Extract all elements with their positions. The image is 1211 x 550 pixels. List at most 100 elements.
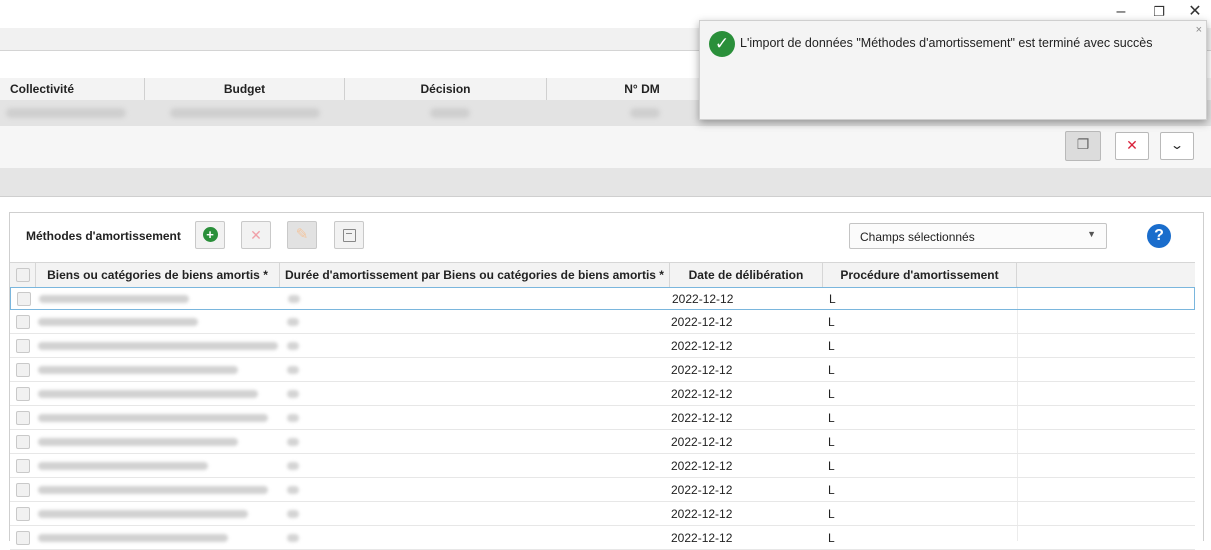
add-button[interactable]: + [195, 221, 225, 249]
save-icon [342, 229, 356, 242]
date-cell[interactable]: 2022-12-12 [671, 431, 732, 453]
delete-record-button[interactable]: ✕ [1115, 132, 1149, 160]
success-notification: ✓ L'import de données "Méthodes d'amorti… [699, 20, 1207, 120]
table-row[interactable]: 2022-12-12 L [10, 287, 1195, 310]
bien-cell[interactable] [38, 438, 238, 446]
procedure-cell[interactable]: L [828, 407, 835, 429]
close-icon: ✕ [1126, 137, 1138, 153]
plus-icon: + [202, 227, 218, 242]
row-checkbox[interactable] [16, 339, 30, 353]
fields-select[interactable]: Champs sélectionnés ▼ [849, 223, 1107, 249]
dropdown-arrow-icon: ▼ [1087, 229, 1096, 239]
col-duree[interactable]: Durée d'amortissement par Biens ou catég… [280, 263, 670, 287]
expand-button[interactable]: ⌄ [1160, 132, 1194, 160]
row-checkbox[interactable] [16, 483, 30, 497]
help-icon[interactable]: ? [1147, 224, 1171, 248]
procedure-cell[interactable]: L [829, 288, 836, 310]
bien-cell[interactable] [38, 366, 238, 374]
procedure-cell[interactable]: L [828, 479, 835, 501]
duree-cell[interactable] [287, 390, 299, 398]
duree-cell[interactable] [287, 534, 299, 542]
table-row[interactable]: 2022-12-12 L [10, 407, 1195, 430]
table-row[interactable]: 2022-12-12 L [10, 503, 1195, 526]
procedure-cell[interactable]: L [828, 359, 835, 381]
record-toolbar [0, 126, 1211, 169]
table-row[interactable]: 2022-12-12 L [10, 335, 1195, 358]
table-row[interactable]: 2022-12-12 L [10, 479, 1195, 502]
procedure-cell[interactable]: L [828, 383, 835, 405]
copy-button[interactable]: ❐ [1065, 131, 1101, 161]
check-icon: ✓ [709, 31, 735, 57]
row-checkbox[interactable] [16, 435, 30, 449]
delete-row-button[interactable]: ✕ [241, 221, 271, 249]
bien-cell[interactable] [38, 318, 198, 326]
date-cell[interactable]: 2022-12-12 [672, 288, 733, 310]
select-all-checkbox[interactable] [16, 268, 30, 282]
bien-cell[interactable] [39, 295, 189, 303]
col-date[interactable]: Date de délibération [670, 263, 823, 287]
col-procedure[interactable]: Procédure d'amortissement [823, 263, 1017, 287]
date-cell[interactable]: 2022-12-12 [671, 527, 732, 549]
chevron-down-icon: ⌄ [1169, 138, 1185, 152]
notification-close-button[interactable]: × [1196, 24, 1202, 36]
bien-cell[interactable] [38, 414, 268, 422]
procedure-cell[interactable]: L [828, 455, 835, 477]
section-band [0, 168, 1211, 197]
row-checkbox[interactable] [16, 411, 30, 425]
date-cell[interactable]: 2022-12-12 [671, 383, 732, 405]
select-all-cell[interactable] [10, 263, 36, 287]
close-icon: ✕ [250, 227, 262, 243]
date-cell[interactable]: 2022-12-12 [671, 455, 732, 477]
duree-cell[interactable] [287, 438, 299, 446]
procedure-cell[interactable]: L [828, 503, 835, 525]
duree-cell[interactable] [287, 510, 299, 518]
bien-cell[interactable] [38, 486, 268, 494]
pencil-icon: ✎ [295, 226, 309, 243]
table-row[interactable]: 2022-12-12 L [10, 383, 1195, 406]
row-checkbox[interactable] [16, 459, 30, 473]
duree-cell[interactable] [287, 414, 299, 422]
bien-cell[interactable] [38, 462, 208, 470]
duree-cell[interactable] [287, 318, 299, 326]
table-row[interactable]: 2022-12-12 L [10, 431, 1195, 454]
row-checkbox[interactable] [16, 531, 30, 545]
row-checkbox[interactable] [16, 363, 30, 377]
edit-button[interactable]: ✎ [287, 221, 317, 249]
duree-cell[interactable] [288, 295, 300, 303]
duree-cell[interactable] [287, 486, 299, 494]
col-biens[interactable]: Biens ou catégories de biens amortis * [36, 263, 280, 287]
save-button[interactable] [334, 221, 364, 249]
table-row[interactable]: 2022-12-12 L [10, 359, 1195, 382]
date-cell[interactable]: 2022-12-12 [671, 503, 732, 525]
row-checkbox[interactable] [17, 292, 31, 306]
bien-cell[interactable] [38, 342, 278, 350]
amortization-panel: Méthodes d'amortissement + ✕ ✎ Champs sé… [9, 212, 1204, 550]
bien-cell[interactable] [38, 510, 248, 518]
fields-select-label: Champs sélectionnés [860, 230, 975, 244]
bien-cell[interactable] [38, 390, 258, 398]
bien-cell[interactable] [38, 534, 228, 542]
duree-cell[interactable] [287, 342, 299, 350]
table-row[interactable]: 2022-12-12 L [10, 527, 1195, 550]
notification-message: L'import de données "Méthodes d'amortiss… [740, 36, 1153, 50]
date-cell[interactable]: 2022-12-12 [671, 311, 732, 333]
panel-title: Méthodes d'amortissement [26, 229, 181, 243]
date-cell[interactable]: 2022-12-12 [671, 359, 732, 381]
copy-icon: ❐ [1076, 136, 1090, 152]
duree-cell[interactable] [287, 462, 299, 470]
procedure-cell[interactable]: L [828, 311, 835, 333]
date-cell[interactable]: 2022-12-12 [671, 335, 732, 357]
header-budget: Budget [145, 78, 345, 100]
procedure-cell[interactable]: L [828, 527, 835, 549]
row-checkbox[interactable] [16, 507, 30, 521]
row-checkbox[interactable] [16, 387, 30, 401]
procedure-cell[interactable]: L [828, 335, 835, 357]
date-cell[interactable]: 2022-12-12 [671, 479, 732, 501]
row-checkbox[interactable] [16, 315, 30, 329]
procedure-cell[interactable]: L [828, 431, 835, 453]
table-row[interactable]: 2022-12-12 L [10, 455, 1195, 478]
duree-cell[interactable] [287, 366, 299, 374]
table-row[interactable]: 2022-12-12 L [10, 311, 1195, 334]
header-collectivite: Collectivité [0, 78, 145, 100]
date-cell[interactable]: 2022-12-12 [671, 407, 732, 429]
